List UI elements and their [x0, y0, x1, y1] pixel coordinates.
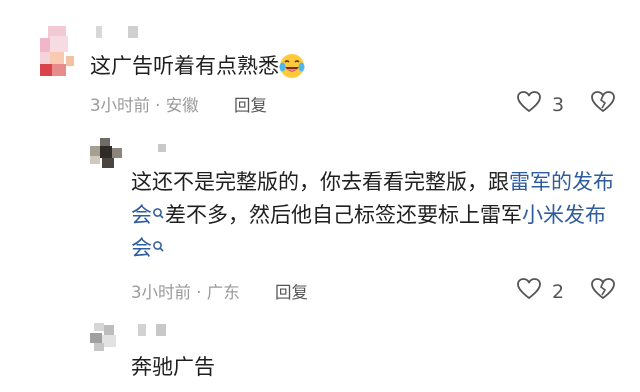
broken-heart-icon [590, 91, 616, 118]
username[interactable] [138, 324, 170, 338]
comment-text-content: 这广告听着有点熟悉 [90, 54, 279, 78]
comment-meta: 3小时前 · 广东 回复 [131, 279, 308, 303]
comment-text: 奔驰广告 [131, 351, 215, 384]
avatar[interactable] [90, 138, 124, 168]
comment-text-content: 奔驰广告 [131, 355, 215, 379]
heart-icon [516, 277, 542, 306]
location: 安徽 [165, 96, 199, 115]
comment-text: 这还不是完整版的，你去看看完整版，跟雷军的发布会 差不多，然后他自己标签还要标上雷… [131, 166, 616, 265]
search-icon[interactable] [152, 232, 165, 265]
meta-separator: · [196, 283, 207, 302]
dislike-button[interactable] [590, 277, 616, 305]
comment-meta: 3小时前 · 安徽 回复 [90, 92, 267, 116]
dislike-button[interactable] [590, 90, 616, 118]
avatar[interactable] [90, 323, 124, 351]
laughing-crying-emoji-icon [279, 53, 305, 89]
username[interactable] [158, 144, 168, 154]
like-button[interactable]: 2 [516, 277, 564, 306]
like-count: 3 [552, 93, 565, 116]
comment-text-part: 差不多，然后他自己标签还要标上雷军 [165, 203, 522, 227]
reply-button[interactable]: 回复 [275, 283, 308, 302]
meta-separator: · [155, 96, 166, 115]
timestamp: 3小时前 [90, 96, 150, 115]
comment-text: 这广告听着有点熟悉 [90, 50, 305, 89]
heart-icon [516, 90, 542, 119]
comment-text-part: 这还不是完整版的，你去看看完整版，跟 [131, 170, 509, 194]
broken-heart-icon [590, 278, 616, 305]
username[interactable] [96, 26, 144, 40]
location: 广东 [206, 283, 240, 302]
like-button[interactable]: 3 [516, 90, 564, 119]
search-icon[interactable] [152, 199, 165, 232]
avatar[interactable] [40, 26, 76, 76]
like-count: 2 [552, 280, 565, 303]
reply-button[interactable]: 回复 [234, 96, 267, 115]
timestamp: 3小时前 [131, 283, 191, 302]
